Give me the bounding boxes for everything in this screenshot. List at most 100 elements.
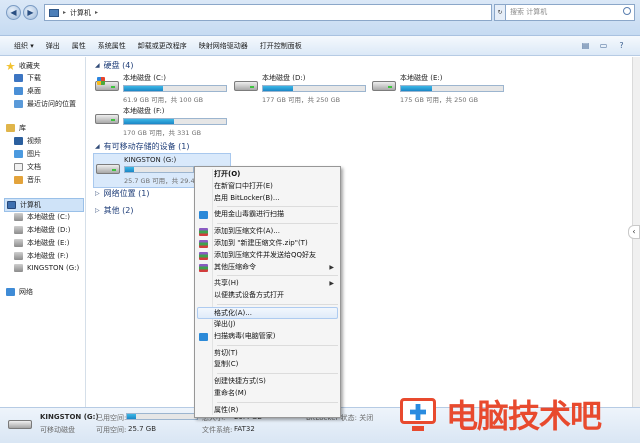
drive-d[interactable]: 本地磁盘 (D:) 177 GB 可用，共 250 GB	[234, 73, 372, 104]
sidebar-item-drive-g[interactable]: KINGSTON (G:)	[14, 264, 79, 272]
sidebar-item-desktop[interactable]: 桌面	[14, 86, 41, 96]
toolbar-properties[interactable]: 属性	[66, 41, 92, 51]
usage-bar	[124, 166, 194, 173]
group-hard-drives[interactable]: ◢ 硬盘 (4)	[95, 60, 134, 71]
view-options-icon[interactable]: ▤	[578, 38, 593, 53]
hard-drive-icon	[14, 239, 23, 247]
expand-triangle-icon[interactable]: ▷	[95, 190, 100, 197]
chevron-right-icon: ▸	[63, 9, 67, 16]
drive-name: 本地磁盘 (D:)	[262, 74, 306, 82]
sidebar-item-documents[interactable]: 文档	[14, 162, 41, 172]
sidebar-item-recent[interactable]: 最近访问的位置	[14, 99, 76, 109]
menu-separator	[217, 275, 338, 277]
sidebar-item-music[interactable]: 音乐	[14, 175, 41, 185]
video-icon	[14, 137, 23, 145]
sidebar-item-drive-f[interactable]: 本地磁盘 (F:)	[14, 251, 69, 261]
group-removable[interactable]: ◢ 有可移动存储的设备 (1)	[95, 141, 190, 152]
hard-drive-icon	[234, 77, 258, 95]
menu-item-open-portable[interactable]: 以便携式设备方式打开	[195, 290, 340, 302]
usage-bar-fill	[401, 86, 432, 91]
music-icon	[14, 176, 23, 184]
watermark-logo-icon	[396, 394, 440, 434]
drive-name: 本地磁盘 (F:)	[123, 107, 165, 115]
network-icon	[6, 288, 15, 296]
computer-icon	[7, 201, 16, 209]
sidebar-item-drive-d[interactable]: 本地磁盘 (D:)	[14, 225, 70, 235]
sidebar-item-pictures[interactable]: 图片	[14, 149, 41, 159]
drive-free-space: 177 GB 可用，共 250 GB	[262, 96, 341, 104]
menu-item-scan-virus[interactable]: 扫描病毒(电脑管家)	[195, 331, 340, 343]
toolbar-system-properties[interactable]: 系统属性	[92, 41, 132, 51]
expand-triangle-icon[interactable]: ▷	[95, 207, 100, 214]
document-icon	[14, 163, 23, 171]
menu-item-create-shortcut[interactable]: 创建快捷方式(S)	[195, 376, 340, 388]
usage-bar-fill	[124, 86, 163, 91]
collapse-triangle-icon[interactable]: ◢	[95, 143, 100, 150]
toolbar-eject[interactable]: 弹出	[40, 41, 66, 51]
navigation-pane: 收藏夹 下载 桌面 最近访问的位置 库 视频 图片 文档 音乐 计算机 本地磁盘…	[0, 57, 86, 407]
usage-bar	[123, 85, 227, 92]
menu-item-eject[interactable]: 弹出(J)	[195, 319, 340, 331]
watermark: 电脑技术吧	[396, 388, 640, 440]
hard-drive-icon	[14, 226, 23, 234]
menu-item-rename[interactable]: 重命名(M)	[195, 388, 340, 400]
menu-item-open[interactable]: 打开(O)	[195, 169, 340, 181]
sidebar-item-drive-e[interactable]: 本地磁盘 (E:)	[14, 238, 69, 248]
status-drive-type: 可移动磁盘	[40, 426, 75, 434]
drive-e[interactable]: 本地磁盘 (E:) 175 GB 可用，共 250 GB	[372, 73, 510, 104]
toolbar-map-drive[interactable]: 映射网络驱动器	[193, 41, 254, 51]
sidebar-network[interactable]: 网络	[6, 287, 33, 297]
group-other[interactable]: ▷ 其他 (2)	[95, 205, 134, 216]
menu-item-add-archive[interactable]: 添加到压缩文件(A)...	[195, 226, 340, 238]
toolbar-organize[interactable]: 组织 ▾	[8, 41, 40, 51]
back-button-icon[interactable]: ◀	[6, 5, 21, 20]
menu-item-archive-send-qq[interactable]: 添加到压缩文件并发送给QQ好友	[195, 250, 340, 262]
help-icon[interactable]: ?	[614, 38, 629, 53]
usage-bar-fill	[127, 414, 137, 419]
toolbar-control-panel[interactable]: 打开控制面板	[254, 41, 308, 51]
menu-item-other-compress[interactable]: 其他压缩命令 ▶	[195, 262, 340, 274]
sidebar-libraries[interactable]: 库	[6, 123, 26, 133]
menu-separator	[217, 401, 338, 403]
sidebar-item-videos[interactable]: 视频	[14, 136, 41, 146]
menu-separator	[217, 373, 338, 375]
menu-item-share[interactable]: 共享(H) ▶	[195, 278, 340, 290]
usage-bar-fill	[125, 167, 134, 172]
toolbar-uninstall[interactable]: 卸载或更改程序	[132, 41, 193, 51]
menu-item-copy[interactable]: 复制(C)	[195, 359, 340, 371]
search-input[interactable]: 搜索 计算机	[505, 4, 635, 21]
forward-button-icon[interactable]: ▶	[23, 5, 38, 20]
sidebar-computer[interactable]: 计算机	[4, 198, 84, 212]
archive-icon	[199, 228, 208, 237]
content-pane: ◢ 硬盘 (4) 本地磁盘 (C:) 61.9 GB 可用，共 100 GB 本…	[87, 57, 632, 407]
computer-icon	[49, 8, 59, 17]
preview-pane-icon[interactable]: ▭	[596, 38, 611, 53]
address-bar[interactable]: ▸ 计算机 ▸	[44, 4, 492, 21]
menu-item-properties[interactable]: 属性(R)	[195, 405, 340, 417]
menu-item-cut[interactable]: 剪切(T)	[195, 348, 340, 360]
menu-item-open-new-window[interactable]: 在新窗口中打开(E)	[195, 181, 340, 193]
side-panel-arrow-icon[interactable]: ‹	[628, 225, 640, 239]
chevron-right-icon[interactable]: ▸	[95, 9, 98, 16]
menu-item-add-zip[interactable]: 添加到 "新建压缩文件.zip"(T)	[195, 238, 340, 250]
breadcrumb-computer[interactable]: 计算机	[70, 8, 91, 18]
menu-separator	[217, 303, 338, 305]
collapse-triangle-icon[interactable]: ◢	[95, 62, 100, 69]
menu-item-format[interactable]: 格式化(A)...	[197, 306, 338, 319]
search-icon	[623, 7, 631, 15]
archive-icon	[199, 251, 208, 260]
sidebar-item-drive-c[interactable]: 本地磁盘 (C:)	[14, 212, 70, 222]
hard-drive-icon	[14, 213, 23, 221]
sidebar-item-downloads[interactable]: 下载	[14, 73, 41, 83]
group-network-location[interactable]: ▷ 网络位置 (1)	[95, 188, 150, 199]
sidebar-favorites[interactable]: 收藏夹	[6, 61, 40, 71]
hard-drive-icon	[14, 252, 23, 260]
drive-f[interactable]: 本地磁盘 (F:) 170 GB 可用，共 331 GB	[95, 106, 233, 137]
drive-c[interactable]: 本地磁盘 (C:) 61.9 GB 可用，共 100 GB	[95, 73, 233, 104]
menu-item-jinshan-scan[interactable]: 使用金山毒霸进行扫描	[195, 209, 340, 221]
status-fs-value: FAT32	[234, 425, 255, 433]
menu-item-bitlocker[interactable]: 启用 BitLocker(B)...	[195, 193, 340, 205]
status-free-label: 可用空间:	[96, 426, 127, 434]
drive-free-space: 175 GB 可用，共 250 GB	[400, 96, 479, 104]
usage-bar	[400, 85, 504, 92]
